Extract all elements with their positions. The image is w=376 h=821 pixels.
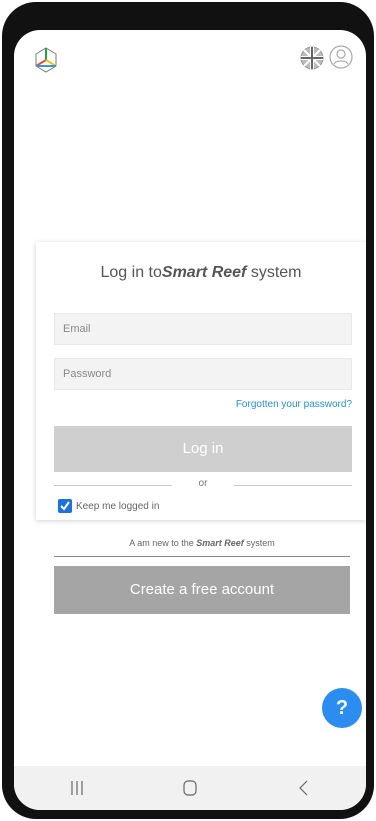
forgot-password-link[interactable]: Forgotten your password? (236, 399, 352, 410)
keep-logged-in-row[interactable]: Keep me logged in (58, 498, 159, 514)
title-brand: Smart Reef (161, 264, 247, 281)
home-icon[interactable] (175, 776, 205, 800)
title-suffix: system (246, 264, 302, 281)
login-button[interactable]: Log in (54, 426, 352, 472)
uk-flag-icon[interactable] (300, 46, 324, 70)
or-text: or (198, 478, 208, 489)
or-line-right (234, 485, 352, 486)
signup-suffix: system (243, 538, 275, 548)
keep-logged-in-label[interactable]: Keep me logged in (76, 501, 159, 512)
login-card: Log in toSmart Reef system Email Passwor… (36, 242, 366, 520)
back-icon[interactable] (289, 776, 319, 800)
check-icon (60, 501, 70, 511)
top-bar (14, 30, 366, 86)
cube-logo-icon[interactable] (32, 46, 60, 74)
signup-prefix: A am new to the (129, 538, 197, 548)
or-divider: or (54, 478, 352, 492)
or-line-left (54, 485, 172, 486)
email-input[interactable]: Email (54, 313, 352, 345)
title-prefix: Log in to (100, 264, 162, 281)
user-icon[interactable] (329, 45, 353, 69)
recent-apps-icon[interactable] (62, 776, 92, 800)
system-nav-bar (14, 766, 366, 810)
help-button[interactable]: ? (322, 688, 362, 728)
keep-logged-in-checkbox[interactable] (58, 499, 72, 513)
screen: Log in toSmart Reef system Email Passwor… (14, 30, 366, 810)
password-input[interactable]: Password (54, 358, 352, 390)
create-account-button[interactable]: Create a free account (54, 566, 350, 614)
new-user-text: A am new to the Smart Reef system (54, 538, 350, 557)
phone-frame: Log in toSmart Reef system Email Passwor… (2, 2, 374, 819)
login-title: Log in toSmart Reef system (36, 264, 366, 282)
signup-brand: Smart Reef (196, 538, 244, 548)
